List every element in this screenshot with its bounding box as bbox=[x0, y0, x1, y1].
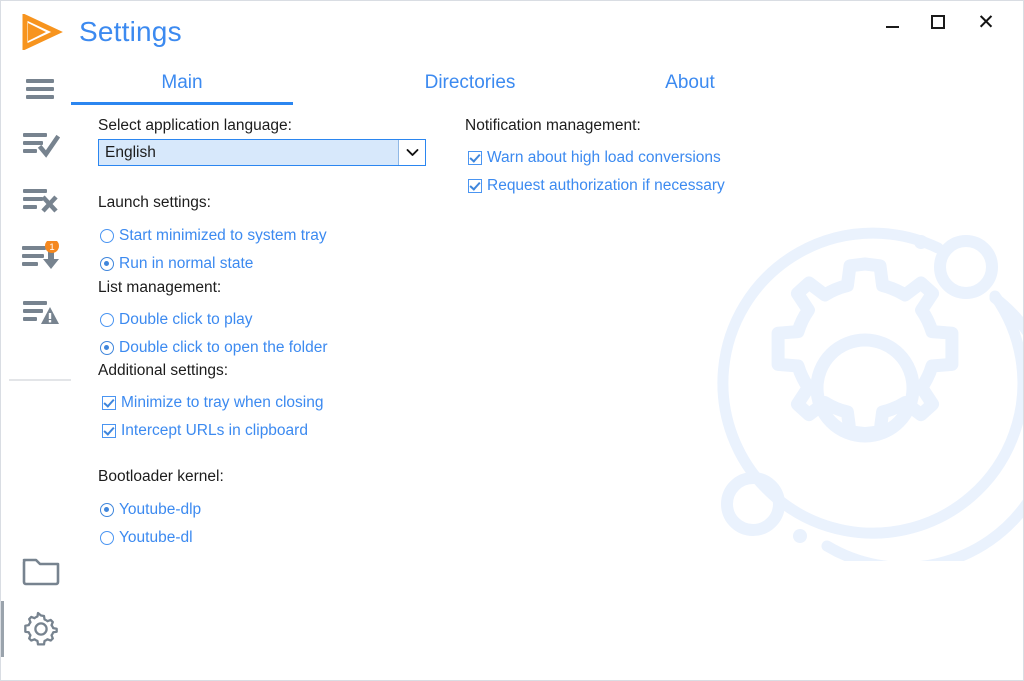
radio-double-click-play[interactable]: Double click to play bbox=[100, 309, 253, 331]
additional-settings-label: Additional settings: bbox=[98, 362, 229, 379]
radio-double-click-folder[interactable]: Double click to open the folder bbox=[100, 337, 328, 359]
sidebar-item-failed[interactable] bbox=[1, 173, 81, 229]
sidebar-item-settings[interactable] bbox=[1, 601, 81, 657]
gear-orbit-watermark-icon bbox=[695, 216, 1023, 573]
sidebar-item-all-downloads[interactable] bbox=[1, 61, 81, 117]
sidebar: 1 bbox=[1, 61, 81, 680]
sidebar-badge-count: 1 bbox=[49, 242, 54, 253]
hamburger-menu-icon bbox=[26, 79, 54, 99]
sidebar-item-downloading[interactable]: 1 bbox=[1, 229, 81, 285]
checkbox-minimize-to-tray[interactable]: Minimize to tray when closing bbox=[102, 392, 323, 414]
language-label: Select application language: bbox=[98, 117, 292, 134]
minimize-icon bbox=[885, 25, 899, 28]
minimize-button[interactable] bbox=[869, 1, 915, 43]
sidebar-item-warnings[interactable] bbox=[1, 285, 81, 341]
sidebar-divider bbox=[9, 379, 71, 381]
notification-management-label: Notification management: bbox=[465, 117, 641, 134]
radio-indicator bbox=[100, 341, 114, 355]
checkbox-warn-high-load[interactable]: Warn about high load conversions bbox=[468, 147, 721, 169]
launch-settings-label: Launch settings: bbox=[98, 194, 211, 211]
radio-run-normal[interactable]: Run in normal state bbox=[100, 253, 253, 275]
list-warning-icon bbox=[23, 301, 59, 324]
language-select[interactable]: English bbox=[98, 139, 426, 166]
tab-bar: Main Directories About bbox=[81, 61, 1023, 106]
checkbox-indicator bbox=[102, 424, 116, 438]
list-management-label: List management: bbox=[98, 279, 222, 296]
folder-icon bbox=[22, 558, 60, 586]
maximize-icon bbox=[931, 15, 945, 29]
radio-label: Double click to play bbox=[119, 311, 253, 328]
list-check-icon bbox=[23, 133, 60, 158]
checkbox-label: Warn about high load conversions bbox=[487, 149, 721, 166]
close-button[interactable]: ✕ bbox=[963, 1, 1009, 43]
active-tab-underline bbox=[71, 102, 293, 105]
settings-content: Select application language: English Lau… bbox=[81, 106, 1023, 680]
language-selected-value: English bbox=[105, 143, 156, 161]
list-x-icon bbox=[23, 189, 58, 213]
tab-directories[interactable]: Directories bbox=[359, 61, 581, 105]
checkbox-indicator bbox=[102, 396, 116, 410]
bootloader-kernel-label: Bootloader kernel: bbox=[98, 468, 224, 485]
radio-youtube-dl[interactable]: Youtube-dl bbox=[100, 527, 193, 549]
window-title: Settings bbox=[79, 16, 182, 47]
radio-indicator bbox=[100, 313, 114, 327]
checkbox-intercept-urls[interactable]: Intercept URLs in clipboard bbox=[102, 420, 308, 442]
title-bar: Settings ✕ bbox=[1, 1, 1023, 61]
sidebar-item-completed[interactable] bbox=[1, 117, 81, 173]
gear-icon bbox=[24, 611, 58, 646]
radio-label: Youtube-dl bbox=[119, 529, 193, 546]
checkbox-label: Intercept URLs in clipboard bbox=[121, 422, 308, 439]
app-logo-icon bbox=[19, 13, 65, 51]
checkbox-indicator bbox=[468, 179, 482, 193]
tab-about[interactable]: About bbox=[579, 61, 801, 105]
radio-start-minimized[interactable]: Start minimized to system tray bbox=[100, 225, 327, 247]
radio-label: Double click to open the folder bbox=[119, 339, 328, 356]
radio-label: Start minimized to system tray bbox=[119, 227, 327, 244]
tab-main[interactable]: Main bbox=[71, 61, 293, 105]
radio-indicator bbox=[100, 257, 114, 271]
radio-label: Youtube-dlp bbox=[119, 501, 202, 518]
settings-window: Settings ✕ 1 Main Directories About Sele… bbox=[0, 0, 1024, 681]
radio-label: Run in normal state bbox=[119, 255, 254, 272]
checkbox-label: Request authorization if necessary bbox=[487, 177, 725, 194]
list-download-arrow-icon: 1 bbox=[22, 241, 59, 269]
radio-youtube-dlp[interactable]: Youtube-dlp bbox=[100, 499, 201, 521]
chevron-down-icon[interactable] bbox=[398, 140, 425, 165]
radio-indicator bbox=[100, 229, 114, 243]
sidebar-active-indicator bbox=[1, 601, 4, 657]
sidebar-item-directories[interactable] bbox=[1, 541, 81, 597]
checkbox-label: Minimize to tray when closing bbox=[121, 394, 324, 411]
close-icon: ✕ bbox=[977, 9, 995, 34]
radio-indicator bbox=[100, 531, 114, 545]
checkbox-request-authorization[interactable]: Request authorization if necessary bbox=[468, 175, 725, 197]
maximize-button[interactable] bbox=[915, 1, 961, 43]
checkbox-indicator bbox=[468, 151, 482, 165]
radio-indicator bbox=[100, 503, 114, 517]
